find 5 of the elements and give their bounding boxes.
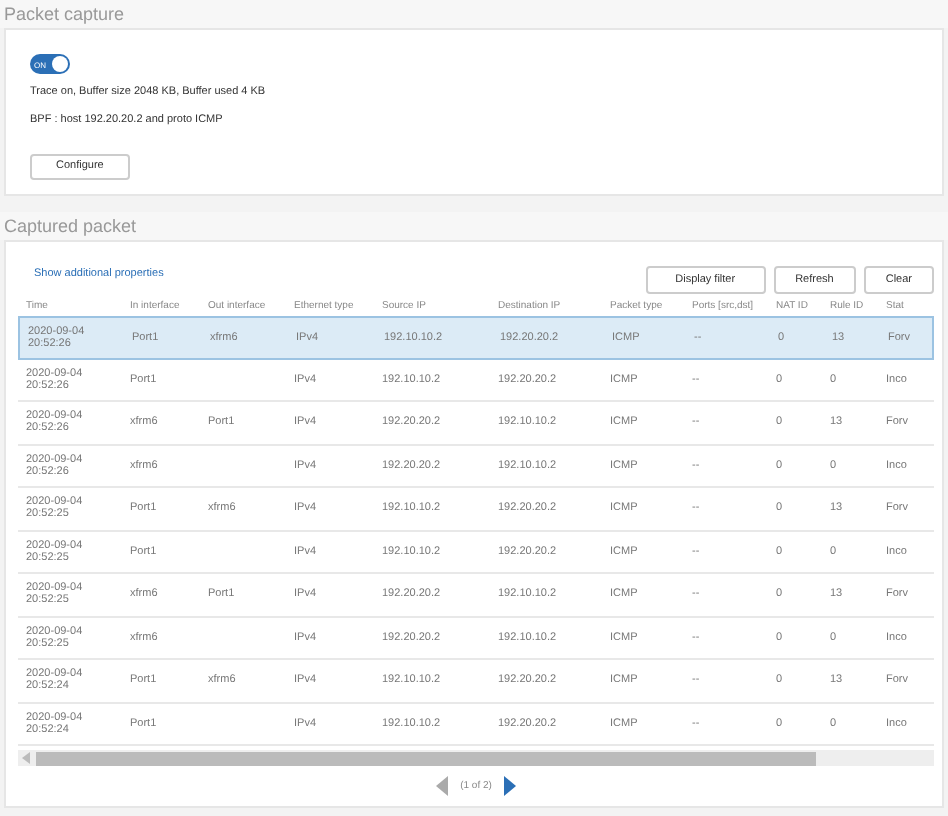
horizontal-scrollbar[interactable] [18,750,934,766]
section-title: Packet capture [4,4,125,24]
scroll-left-icon[interactable] [22,752,30,764]
section-title: Captured packet [4,216,137,236]
next-page-icon[interactable] [503,776,516,796]
